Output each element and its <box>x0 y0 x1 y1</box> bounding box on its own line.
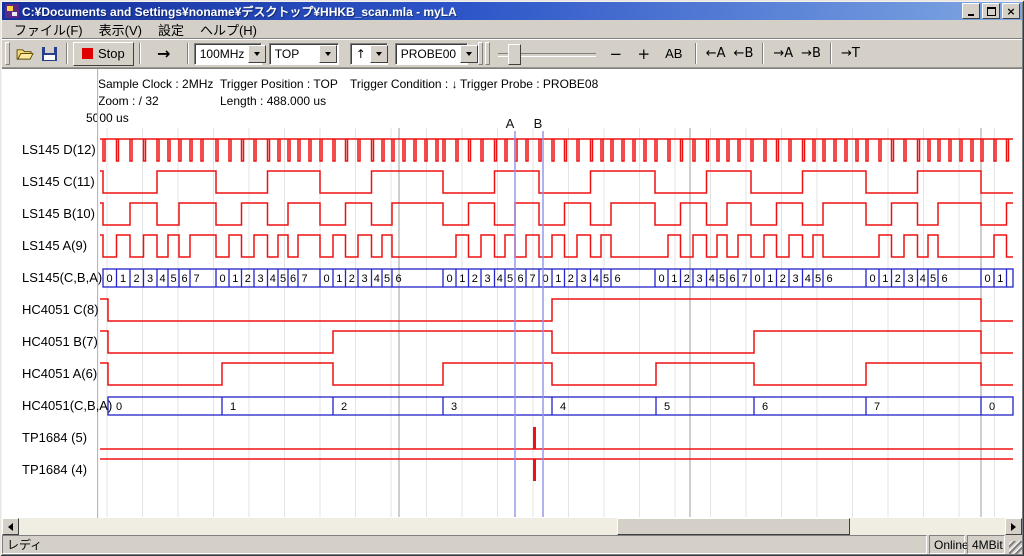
status-message: レディ <box>2 535 927 554</box>
app-window: C:¥Documents and Settings¥noname¥デスクトップ¥… <box>0 0 1024 556</box>
save-icon <box>42 47 57 61</box>
channel-label-hc4051-c-8[interactable]: HC4051 C(8) <box>22 302 99 317</box>
stop-label: Stop <box>98 46 125 61</box>
maximize-icon <box>987 7 996 16</box>
timebase-label: 5000 us <box>86 111 129 125</box>
channel-label-ls145-d-12[interactable]: LS145 D(12) <box>22 142 96 157</box>
jump-left-to-a-button[interactable]: ←A <box>702 43 730 65</box>
trigger-edge-combo[interactable]: ↑ <box>350 43 388 65</box>
maximize-button[interactable] <box>982 3 1000 19</box>
channel-label-hc4051-c-b-a[interactable]: HC4051(C,B,A) <box>22 398 112 413</box>
probe-value: PROBE00 <box>396 47 459 61</box>
jump-to-trigger-button[interactable]: →T <box>837 43 864 65</box>
minimize-icon <box>968 14 974 16</box>
stop-button[interactable]: Stop <box>73 42 134 66</box>
open-folder-icon <box>16 47 34 61</box>
menu-help[interactable]: ヘルプ(H) <box>192 19 265 40</box>
menu-settings[interactable]: 設定 <box>150 19 192 40</box>
combo-dropdown-button[interactable] <box>370 45 388 63</box>
sample-clock-value: 100MHz <box>195 47 248 61</box>
info-length: Length : 488.000 us <box>220 94 326 108</box>
channel-label-tp1684-4[interactable]: TP1684 (4) <box>22 462 87 477</box>
channel-label-ls145-c-11[interactable]: LS145 C(11) <box>22 174 95 189</box>
status-memory: 4MBit <box>967 535 1005 554</box>
close-button[interactable]: × <box>1002 3 1020 19</box>
menu-file[interactable]: ファイル(F) <box>6 19 91 40</box>
save-file-button[interactable] <box>38 43 61 65</box>
app-icon[interactable] <box>5 4 19 18</box>
toolbar-grip[interactable] <box>5 42 10 65</box>
waveform-workspace <box>2 68 1022 518</box>
channel-label-ls145-b-10[interactable]: LS145 B(10) <box>22 206 95 221</box>
toolbar-separator <box>762 43 764 64</box>
trigger-edge-value: ↑ <box>351 47 369 61</box>
chevron-down-icon <box>466 52 472 59</box>
open-file-button[interactable] <box>12 43 38 65</box>
toolbar-separator <box>187 43 189 64</box>
minimize-button[interactable] <box>962 3 980 19</box>
toolbar: Stop → 100MHz TOP ↑ PROBE00 − + <box>2 39 1022 68</box>
resize-grip[interactable] <box>1009 541 1022 554</box>
combo-dropdown-button[interactable] <box>460 45 478 63</box>
channel-label-tp1684-5[interactable]: TP1684 (5) <box>22 430 87 445</box>
cursor-b-label[interactable]: B <box>531 116 545 131</box>
toolbar-separator <box>139 43 141 64</box>
chevron-down-icon <box>254 52 260 59</box>
combo-dropdown-button[interactable] <box>248 45 266 63</box>
sample-clock-combo[interactable]: 100MHz <box>194 43 262 65</box>
info-trigger-probe: Trigger Probe : PROBE08 <box>460 77 598 91</box>
close-icon: × <box>1006 6 1015 17</box>
menu-bar: ファイル(F) 表示(V) 設定 ヘルプ(H) <box>2 20 1022 39</box>
toolbar-grip[interactable] <box>485 42 490 65</box>
jump-left-to-b-button[interactable]: ←B <box>730 43 758 65</box>
channel-label-ls145-c-b-a[interactable]: LS145(C,B,A) <box>22 270 102 285</box>
status-bar: レディ Online 4MBit <box>2 533 1022 554</box>
combo-dropdown-button[interactable] <box>319 45 337 63</box>
chevron-down-icon <box>376 52 382 59</box>
probe-combo[interactable]: PROBE00 <box>395 43 468 65</box>
channel-label-hc4051-b-7[interactable]: HC4051 B(7) <box>22 334 98 349</box>
window-title: C:¥Documents and Settings¥noname¥デスクトップ¥… <box>22 3 960 20</box>
run-arrow-icon: → <box>157 44 170 63</box>
trigger-position-value: TOP <box>270 47 318 61</box>
arrow-left-icon <box>4 523 13 531</box>
info-trigger-position: Trigger Position : TOP <box>220 77 338 91</box>
chevron-down-icon <box>325 52 331 59</box>
zoom-in-button[interactable]: + <box>630 43 658 65</box>
channel-label-ls145-a-9[interactable]: LS145 A(9) <box>22 238 87 253</box>
title-bar: C:¥Documents and Settings¥noname¥デスクトップ¥… <box>2 2 1022 20</box>
toolbar-separator <box>830 43 832 64</box>
arrow-right-icon <box>1011 523 1020 531</box>
info-trigger-condition: Trigger Condition : ↓ <box>350 77 458 91</box>
zoom-slider-thumb[interactable] <box>508 44 521 65</box>
zoom-slider[interactable] <box>498 43 596 65</box>
info-sample-clock: Sample Clock : 2MHz <box>98 77 213 91</box>
stop-square-icon <box>82 48 93 59</box>
info-zoom: Zoom : / 32 <box>98 94 159 108</box>
menu-view[interactable]: 表示(V) <box>91 19 150 40</box>
label-column-divider <box>97 69 99 518</box>
status-online: Online <box>929 535 965 554</box>
toolbar-grip[interactable] <box>478 42 483 65</box>
jump-right-to-a-button[interactable]: →A <box>769 43 797 65</box>
trigger-position-combo[interactable]: TOP <box>269 43 339 65</box>
jump-right-to-b-button[interactable]: →B <box>797 43 825 65</box>
toolbar-separator <box>695 43 697 64</box>
channel-label-hc4051-a-6[interactable]: HC4051 A(6) <box>22 366 97 381</box>
toolbar-separator <box>66 43 68 64</box>
run-button[interactable]: → <box>146 43 182 65</box>
zoom-out-button[interactable]: − <box>602 43 630 65</box>
cursor-a-label[interactable]: A <box>503 116 517 131</box>
ab-cursors-button[interactable]: AB <box>658 43 690 65</box>
